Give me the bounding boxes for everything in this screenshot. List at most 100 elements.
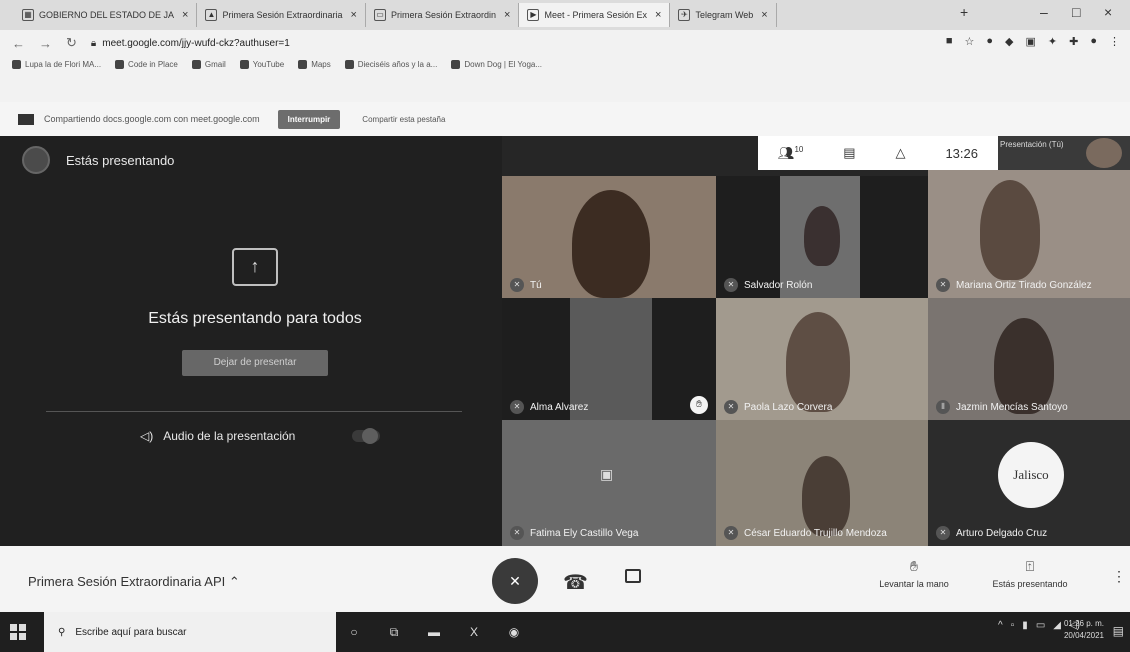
stop-sharing-button[interactable]: Interrumpir bbox=[277, 109, 341, 129]
opera-icon[interactable]: ● bbox=[986, 35, 993, 48]
meeting-name[interactable]: Primera Sesión Extraordinaria API ⌃ bbox=[28, 574, 240, 590]
task-view-icon[interactable]: ⧉ bbox=[384, 622, 404, 642]
participant-name: Mariana Ortiz Tirado González bbox=[956, 279, 1092, 291]
extension-icon[interactable]: ✦ bbox=[1048, 35, 1057, 48]
close-icon[interactable]: × bbox=[182, 9, 188, 21]
star-icon[interactable]: ☆ bbox=[965, 35, 975, 48]
back-icon[interactable]: ← bbox=[12, 36, 25, 51]
browser-tab[interactable]: ▭ Primera Sesión Extraordin × bbox=[366, 3, 520, 27]
close-icon[interactable]: × bbox=[655, 9, 661, 21]
participant-label: ✕ Tú bbox=[510, 278, 542, 292]
maximize-icon[interactable]: □ bbox=[1072, 4, 1080, 20]
participant-tile[interactable]: ✕ Paola Lazo Corvera bbox=[716, 298, 928, 420]
wifi-icon[interactable]: ◢ bbox=[1053, 620, 1061, 631]
presenting-button[interactable]: ⍐ Estás presentando bbox=[978, 558, 1082, 589]
extension-icon[interactable]: ◆ bbox=[1005, 35, 1013, 48]
bookmark-item[interactable]: YouTube bbox=[239, 60, 284, 69]
tab-label: Primera Sesión Extraordin bbox=[390, 10, 497, 20]
present-screen-icon: ⍐ bbox=[1025, 558, 1035, 574]
bookmark-item[interactable]: Dieciséis años y la a... bbox=[344, 60, 437, 69]
share-this-tab-link[interactable]: Compartir esta pestaña bbox=[362, 115, 445, 124]
windows-start-icon[interactable] bbox=[10, 624, 26, 640]
mic-icon[interactable]: ▮ bbox=[1022, 620, 1028, 631]
raise-hand-button[interactable]: ✋︎ Levantar la mano bbox=[864, 558, 964, 589]
bookmark-label: Lupa la de Flori MA... bbox=[25, 60, 102, 69]
close-icon[interactable]: × bbox=[351, 9, 357, 21]
forward-icon[interactable]: → bbox=[39, 36, 52, 51]
meeting-clock: 13:26 bbox=[945, 145, 978, 161]
audio-level-icon: ⦀ bbox=[936, 400, 950, 414]
chevron-up-icon[interactable]: ^ bbox=[998, 620, 1003, 631]
presentation-audio-toggle[interactable] bbox=[352, 428, 380, 444]
browser-tab[interactable]: ▦ GOBIERNO DEL ESTADO DE JA × bbox=[14, 3, 198, 27]
participants-button[interactable]: 👥︎10 bbox=[778, 145, 803, 161]
chrome-icon[interactable]: ◉ bbox=[504, 622, 524, 642]
participant-tile[interactable]: ⦀ Jazmin Mencías Santoyo bbox=[928, 298, 1130, 420]
bookmark-item[interactable]: Code in Place bbox=[115, 60, 178, 69]
reload-icon[interactable]: ↻ bbox=[66, 35, 77, 51]
mic-toggle-button[interactable]: ✕ bbox=[492, 558, 538, 604]
participant-label: ✕ Paola Lazo Corvera bbox=[724, 400, 832, 414]
minimize-icon[interactable]: – bbox=[1040, 4, 1048, 20]
menu-icon[interactable]: ⋮ bbox=[1109, 35, 1120, 48]
taskbar-date: 20/04/2021 bbox=[1063, 631, 1104, 640]
taskbar-search[interactable]: ⚲ Escribe aquí para buscar bbox=[44, 612, 336, 652]
windows-taskbar: ⚲ Escribe aquí para buscar ○ ⧉ ▬ X ◉ ^ ▫… bbox=[0, 612, 1130, 652]
chat-icon[interactable]: ▤ bbox=[843, 145, 855, 161]
bookmark-item[interactable]: Lupa la de Flori MA... bbox=[12, 60, 101, 69]
more-options-icon[interactable]: ⋮ bbox=[1112, 568, 1126, 585]
extension-icons: ■ ☆ ● ◆ ▣ ✦ ✚ ● ⋮ bbox=[946, 35, 1120, 48]
close-window-icon[interactable]: × bbox=[1104, 4, 1112, 20]
bookmark-item[interactable]: Gmail bbox=[191, 60, 226, 69]
participant-name: Alma Alvarez bbox=[530, 401, 589, 413]
excel-icon[interactable]: X bbox=[464, 622, 484, 642]
presentation-thumbnail-label: Presentación (Tú) bbox=[1000, 140, 1064, 149]
tray-app-icon[interactable]: ▫ bbox=[1011, 620, 1015, 631]
network-icon[interactable]: ▭ bbox=[1036, 620, 1045, 631]
extension-icon[interactable]: ▣ bbox=[1026, 35, 1036, 48]
notifications-icon[interactable]: ▤ bbox=[1113, 624, 1124, 638]
puzzle-icon[interactable]: ✚ bbox=[1069, 35, 1078, 48]
browser-tab[interactable]: ✈ Telegram Web × bbox=[670, 3, 777, 27]
close-icon[interactable]: × bbox=[761, 9, 767, 21]
taskbar-clock[interactable]: 01:26 p. m. 20/04/2021 bbox=[1064, 618, 1104, 642]
bookmarks-bar: Lupa la de Flori MA... Code in Place Gma… bbox=[0, 56, 1130, 102]
screen-share-icon bbox=[18, 113, 34, 125]
mic-off-icon: ✕ bbox=[510, 526, 524, 540]
sharing-text: Compartiendo docs.google.com con meet.go… bbox=[44, 114, 260, 124]
close-icon[interactable]: × bbox=[504, 9, 510, 21]
bookmark-icon bbox=[115, 60, 125, 69]
browser-tab-active[interactable]: ▶ Meet - Primera Sesión Ex × bbox=[519, 3, 671, 27]
cortana-icon[interactable]: ○ bbox=[344, 622, 364, 642]
toggle-knob bbox=[362, 428, 378, 444]
participant-tile[interactable]: ✕ Salvador Rolón bbox=[716, 176, 928, 298]
telegram-icon: ✈ bbox=[678, 9, 691, 21]
participant-tile[interactable]: ▣ ✕ Fatima Ely Castillo Vega bbox=[502, 420, 716, 546]
participant-name: Arturo Delgado Cruz bbox=[956, 527, 1048, 539]
participant-tile[interactable]: Jalisco ✕ Arturo Delgado Cruz bbox=[928, 420, 1130, 546]
mic-off-icon: ✕ bbox=[724, 278, 738, 292]
participant-name: Salvador Rolón bbox=[744, 279, 813, 291]
activities-icon[interactable]: △ bbox=[896, 145, 906, 161]
camera-icon[interactable]: ■ bbox=[946, 35, 953, 48]
bookmark-item[interactable]: Maps bbox=[298, 60, 331, 69]
participant-tile[interactable]: ✕ César Eduardo Trujillo Mendoza bbox=[716, 420, 928, 546]
mic-off-icon: ✕ bbox=[724, 526, 738, 540]
profile-icon[interactable]: ● bbox=[1090, 35, 1097, 48]
browser-tab[interactable]: ▲ Primera Sesión Extraordinaria × bbox=[197, 3, 366, 27]
participant-label: ✕ Mariana Ortiz Tirado González bbox=[936, 278, 1092, 292]
tab-label: Primera Sesión Extraordinaria bbox=[222, 10, 343, 20]
end-call-button[interactable]: ☎︎ bbox=[563, 570, 588, 595]
participant-tile[interactable]: ✕ Tú bbox=[502, 176, 716, 298]
bookmark-item[interactable]: Down Dog | El Yoga... bbox=[451, 60, 542, 69]
file-explorer-icon[interactable]: ▬ bbox=[424, 622, 444, 642]
new-tab-icon[interactable]: + bbox=[960, 4, 968, 20]
camera-toggle-button[interactable] bbox=[625, 569, 641, 583]
stop-presenting-button[interactable]: Dejar de presentar bbox=[182, 350, 328, 376]
participant-tile[interactable]: ✕ Mariana Ortiz Tirado González bbox=[928, 170, 1130, 298]
participant-tile[interactable]: ✕ Alma Alvarez ✋︎ bbox=[502, 298, 716, 420]
presentation-thumbnail[interactable]: Presentación (Tú) bbox=[998, 136, 1130, 170]
participant-name: César Eduardo Trujillo Mendoza bbox=[744, 527, 887, 539]
bookmark-label: Code in Place bbox=[128, 60, 178, 69]
url-field[interactable]: meet.google.com/jjy-wufd-ckz?authuser=1 bbox=[102, 38, 290, 49]
